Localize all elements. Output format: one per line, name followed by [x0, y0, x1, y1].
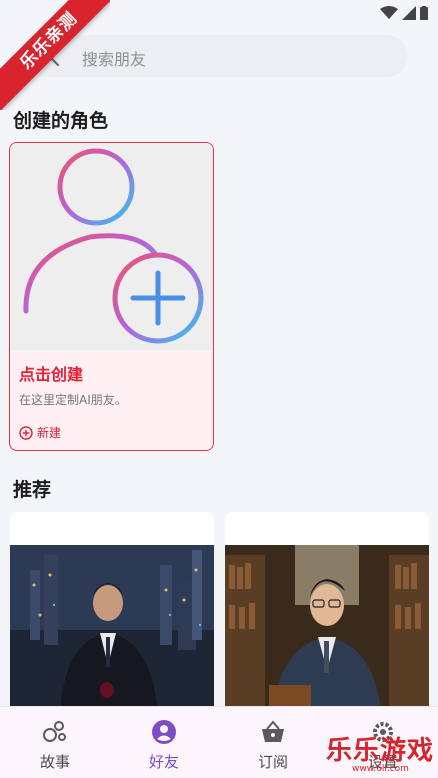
new-character-label: 新建: [37, 426, 62, 440]
wifi-icon: [380, 6, 398, 19]
create-card-description: 在这里定制AI朋友。: [19, 393, 127, 407]
watermark-corner: 乐乐亲测: [0, 0, 110, 110]
recommended-character-card[interactable]: [10, 512, 214, 712]
friend-icon: [152, 720, 176, 744]
watermark-corner-text: 乐乐亲测: [0, 0, 110, 110]
nav-tab-subscribe[interactable]: 订阅: [218, 707, 328, 778]
basket-icon: [262, 720, 284, 742]
battery-icon: [420, 6, 428, 20]
add-person-icon: [23, 148, 204, 344]
nav-tab-friends[interactable]: 好友: [109, 707, 219, 778]
section-title-created: 创建的角色: [13, 110, 109, 132]
watermark-logo: 乐乐游戏 www.6ll.com: [322, 728, 438, 778]
nav-label-subscribe: 订阅: [257, 753, 288, 771]
create-card-title: 点击创建: [19, 365, 84, 384]
nav-tab-story[interactable]: 故事: [0, 707, 110, 778]
nav-label-story: 故事: [39, 753, 70, 771]
status-icons: [380, 6, 428, 20]
nav-label-friends: 好友: [148, 753, 179, 771]
businessman-portrait-image: [10, 545, 214, 712]
watermark-brand-text: 乐乐游戏: [326, 736, 435, 766]
watermark-url: www.6ll.com: [352, 764, 409, 774]
plus-circle-icon: [19, 425, 33, 440]
add-character-illustration: [10, 143, 213, 350]
scholar-portrait-image: [225, 545, 429, 712]
signal-icon: [402, 6, 416, 20]
section-title-recommended: 推荐: [13, 479, 52, 501]
new-character-button[interactable]: 新建: [19, 424, 61, 441]
create-character-card[interactable]: 点击创建 在这里定制AI朋友。 新建: [9, 142, 214, 451]
story-icon: [43, 721, 66, 742]
recommended-character-card[interactable]: [225, 512, 429, 712]
